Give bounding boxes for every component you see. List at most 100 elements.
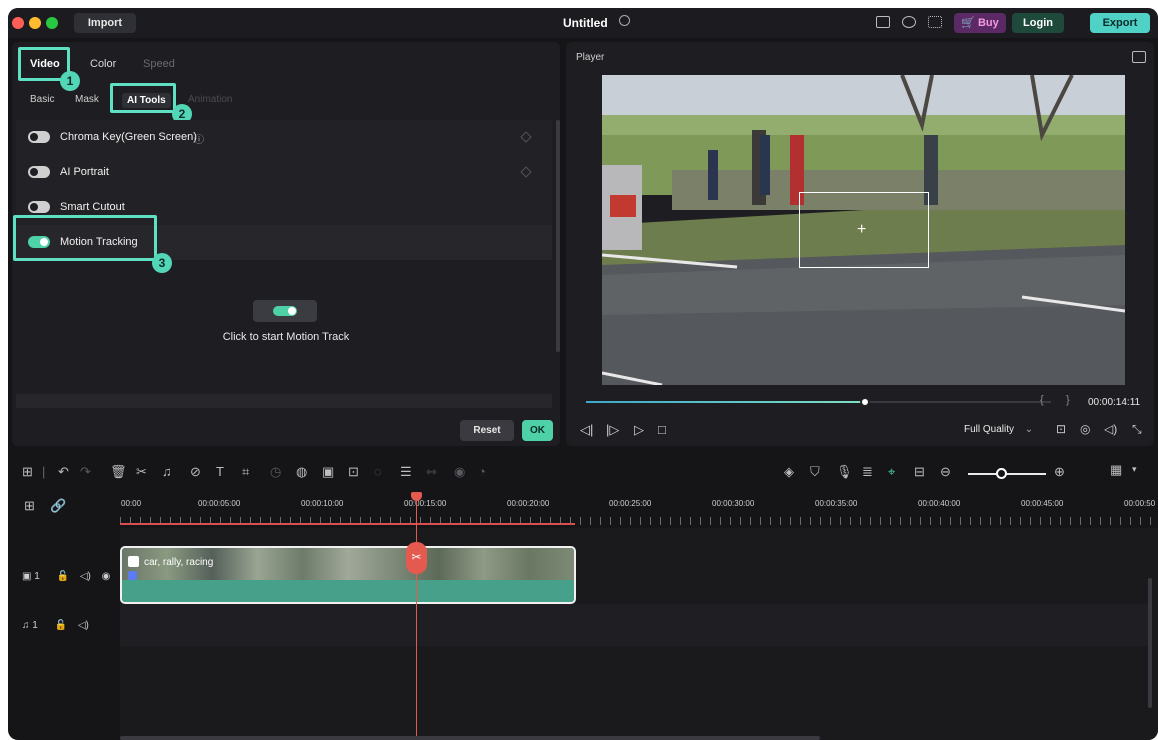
snapshot-view-icon[interactable] [1132, 51, 1146, 63]
subtab-animation[interactable]: Animation [188, 94, 232, 105]
ok-button[interactable]: OK [522, 420, 553, 441]
track-layout-icon[interactable]: ▦ [1110, 462, 1122, 478]
stabilize-icon[interactable]: ◌ [374, 464, 382, 479]
add-track-icon[interactable]: ⊞ [24, 498, 35, 514]
layout-icon[interactable] [876, 16, 890, 28]
timeline-vertical-scrollbar[interactable] [1148, 578, 1152, 708]
quality-select[interactable]: Full Quality ⌄ [964, 424, 1033, 435]
ruler-label: 00:00:30:00 [712, 499, 755, 508]
mark-out-icon[interactable]: } [1066, 394, 1070, 406]
callout-badge-1: 1 [60, 71, 80, 91]
volume-icon[interactable]: ◁) [1104, 422, 1117, 436]
speed-icon[interactable]: ◷ [270, 464, 281, 480]
keyframe-icon[interactable] [520, 166, 532, 178]
prev-frame-icon[interactable]: ◁| [580, 422, 593, 438]
eye-icon[interactable]: ◉ [102, 571, 111, 582]
link-icon[interactable]: 🔗 [50, 498, 66, 514]
ruler-label: 00:00:45:00 [1021, 499, 1064, 508]
playhead-line[interactable] [416, 494, 417, 740]
pip-icon[interactable]: ⊟ [914, 464, 925, 480]
reset-button[interactable]: Reset [460, 420, 514, 441]
maximize-window-button[interactable] [46, 17, 58, 29]
help-icon[interactable]: ⓘ [194, 131, 204, 146]
smart-cutout-toggle[interactable] [28, 201, 50, 213]
subtab-basic[interactable]: Basic [30, 94, 54, 105]
tab-speed[interactable]: Speed [143, 58, 175, 70]
lock-icon[interactable]: 🔓 [57, 571, 69, 582]
mute-icon[interactable]: ◁) [80, 571, 91, 582]
delete-icon[interactable]: 🗑 [110, 464, 127, 480]
close-window-button[interactable] [12, 17, 24, 29]
video-track-icon: ▣ [22, 571, 32, 582]
timeline-horizontal-scrollbar[interactable] [120, 736, 820, 740]
layout-grid-icon[interactable]: ⊞ [22, 464, 33, 480]
video-clip[interactable]: car, rally, racing [120, 546, 576, 604]
crop-icon[interactable]: ⌗ [242, 464, 249, 480]
mark-in-icon[interactable]: { [1040, 394, 1044, 406]
text-icon[interactable]: T [216, 464, 224, 479]
panel-scrollbar[interactable] [556, 120, 560, 352]
audio-stretch-icon[interactable]: ◔ [478, 464, 486, 479]
project-title: Untitled [563, 16, 608, 30]
import-button[interactable]: Import [74, 13, 136, 33]
tool-label: Smart Cutout [60, 201, 125, 213]
keyframe-icon[interactable] [520, 131, 532, 143]
ai-tracking-icon[interactable]: ⊡ [348, 464, 359, 480]
zoom-slider-handle[interactable] [996, 468, 1007, 479]
green-screen-icon[interactable]: ▣ [322, 464, 334, 480]
lock-icon[interactable]: 🔓 [55, 620, 67, 631]
mute-icon[interactable]: ◁) [78, 620, 89, 631]
subtitle-icon[interactable]: ≣ [862, 464, 873, 480]
microphone-icon[interactable]: 🎙 [836, 464, 853, 480]
keyframe-tool-icon[interactable]: ⇿ [426, 464, 437, 480]
scissors-icon[interactable]: ✂ [406, 542, 427, 574]
effects-icon[interactable]: ◉ [454, 464, 465, 480]
render-icon[interactable]: ◈ [784, 464, 794, 480]
ruler-label: 00:00:25:00 [609, 499, 652, 508]
color-icon[interactable]: ◍ [296, 464, 307, 480]
subtab-mask[interactable]: Mask [75, 94, 99, 105]
chevron-down-icon[interactable]: ▾ [1132, 464, 1137, 475]
split-icon[interactable]: ✂ [136, 464, 147, 480]
undo-icon[interactable]: ↶ [58, 464, 69, 480]
tool-label: Chroma Key(Green Screen) [60, 131, 197, 143]
next-frame-icon[interactable]: |▷ [606, 422, 619, 438]
snap-icon[interactable]: ⌖ [888, 464, 895, 480]
buy-button[interactable]: 🛒 Buy [954, 13, 1006, 33]
cloud-icon[interactable] [902, 16, 916, 28]
stop-icon[interactable]: □ [658, 422, 666, 437]
crosshair-icon: + [857, 221, 867, 238]
login-button[interactable]: Login [1012, 13, 1064, 33]
disable-icon[interactable]: ⊘ [190, 464, 201, 480]
tracking-box[interactable]: + [799, 192, 929, 268]
audio-track-lane[interactable] [120, 604, 1150, 646]
camera-icon[interactable]: ◎ [1080, 422, 1090, 436]
zoom-slider[interactable] [968, 473, 1046, 475]
start-motion-track-button[interactable] [253, 300, 317, 322]
ai-portrait-toggle[interactable] [28, 166, 50, 178]
grid-icon[interactable] [928, 16, 942, 28]
export-button[interactable]: Export [1090, 13, 1150, 33]
audio-track-header: ♫ 1 🔓 ◁) [22, 620, 89, 631]
play-icon[interactable]: ▷ [634, 422, 644, 438]
zoom-out-icon[interactable]: ⊖ [940, 464, 951, 480]
title-bar: Import Untitled 🛒 Buy Login Export [8, 8, 1158, 38]
fullscreen-icon[interactable]: ⤡ [1132, 422, 1142, 437]
ruler-label: 00:00:40:00 [918, 499, 961, 508]
chroma-key-toggle[interactable] [28, 131, 50, 143]
tab-color[interactable]: Color [90, 58, 116, 70]
shield-icon[interactable]: ⛉ [810, 464, 820, 480]
video-clip-icon [128, 556, 139, 567]
video-preview[interactable]: + [602, 75, 1125, 385]
zoom-in-icon[interactable]: ⊕ [1054, 464, 1065, 480]
minimize-window-button[interactable] [29, 17, 41, 29]
saved-status-icon [619, 15, 630, 26]
display-icon[interactable]: ⊡ [1056, 422, 1066, 436]
progress-handle[interactable] [860, 397, 870, 407]
quality-label: Full Quality [964, 424, 1015, 435]
callout-box-ai-tools [110, 83, 176, 113]
video-track-header: ▣ 1 🔓 ◁) ◉ [22, 571, 110, 582]
redo-icon[interactable]: ↷ [80, 464, 91, 480]
adjust-icon[interactable]: ☰ [400, 464, 412, 480]
audio-edit-icon[interactable]: ♫ [162, 464, 172, 479]
